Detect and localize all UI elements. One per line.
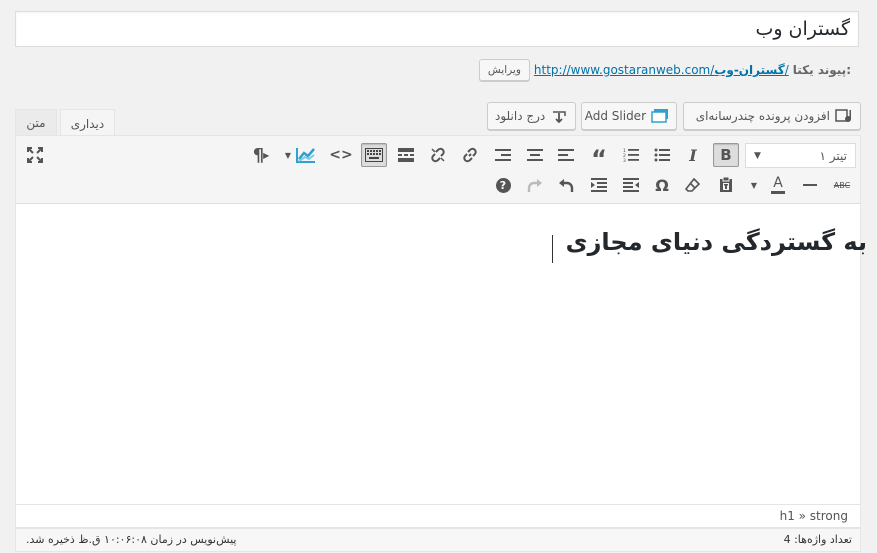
align-center-icon (527, 149, 543, 161)
permalink-slug[interactable]: گستران-وب (714, 63, 784, 77)
horizontal-line-icon (803, 184, 817, 186)
permalink-row: پیوند یکتا: http://www.gostaranweb.com / گ… (478, 58, 851, 82)
tab-visual[interactable]: دیداری (60, 109, 115, 137)
unlink-icon (431, 147, 445, 163)
fullscreen-icon (27, 147, 43, 163)
bold-icon: B (720, 146, 732, 164)
editor-content-heading[interactable]: به گستردگی دنیای مجازی (566, 228, 867, 256)
undo-icon (559, 179, 574, 192)
format-select[interactable]: تیتر ۱ ▼ (745, 143, 856, 168)
bullet-list-icon (654, 148, 670, 162)
element-path[interactable]: h1 » strong (780, 509, 848, 523)
align-right-button[interactable] (490, 143, 516, 167)
add-media-label: افزودن پرونده چندرسانه‌ای (695, 109, 830, 123)
insert-download-button[interactable]: درج دانلود (487, 102, 576, 130)
tab-text[interactable]: متن (15, 109, 57, 136)
paragraph-direction-button[interactable]: ¶ ▶ (248, 143, 274, 167)
strikethrough-button[interactable]: ABC (829, 173, 855, 197)
dropdown-arrow-icon: ▼ (754, 150, 761, 161)
align-left-button[interactable] (553, 143, 579, 167)
word-count: تعداد واژه‌ها: 4 (783, 533, 852, 546)
indent-icon (591, 178, 607, 192)
chart-dropdown-button[interactable]: ▼ (282, 143, 294, 167)
direction-arrow-icon: ▶ (263, 150, 270, 160)
chart-plugin-button[interactable] (294, 143, 324, 167)
dropdown-arrow-icon: ▼ (284, 150, 292, 160)
align-right-icon (495, 149, 511, 161)
permalink-label: پیوند یکتا: (792, 63, 851, 77)
paste-as-text-button[interactable] (713, 173, 739, 197)
tab-text-label: متن (26, 116, 46, 130)
italic-icon: I (689, 145, 697, 165)
clipboard-icon (720, 177, 732, 192)
svg-text:3: 3 (623, 158, 626, 162)
text-color-button[interactable]: A (765, 173, 791, 197)
slider-icon (651, 107, 669, 125)
strikethrough-icon: ABC (833, 180, 851, 190)
permalink-edit-button[interactable]: ویرایش (478, 59, 530, 81)
insert-download-label: درج دانلود (495, 109, 546, 123)
post-title-input[interactable] (16, 12, 858, 46)
help-button[interactable]: ? (490, 173, 516, 197)
add-slider-label: Add Slider (584, 109, 646, 123)
text-color-icon: A (771, 176, 785, 194)
format-select-value: تیتر ۱ (819, 148, 847, 163)
quote-icon: “ (591, 145, 607, 173)
blockquote-button[interactable]: “ (586, 143, 612, 171)
outdent-icon (623, 178, 639, 192)
add-media-button[interactable]: افزودن پرونده چندرسانه‌ای (683, 102, 861, 130)
read-more-icon (398, 148, 414, 162)
download-icon (550, 107, 568, 125)
align-left-icon (558, 149, 574, 161)
horizontal-line-button[interactable] (797, 173, 823, 197)
toolbar-toggle-button[interactable] (361, 143, 387, 167)
element-path-bar: h1 » strong (16, 504, 860, 527)
italic-button[interactable]: I (680, 143, 706, 167)
media-gallery-icon (835, 107, 853, 125)
text-caret (552, 235, 553, 263)
keyboard-icon (365, 148, 383, 162)
redo-button[interactable] (522, 173, 548, 197)
chart-icon (296, 148, 315, 163)
add-slider-button[interactable]: Add Slider (581, 102, 677, 130)
tab-visual-label: دیداری (70, 116, 105, 131)
numbered-list-button[interactable]: 123 (618, 143, 644, 167)
special-character-button[interactable]: Ω (649, 173, 675, 197)
indent-button[interactable] (586, 173, 612, 197)
code-icon: <> (329, 147, 353, 163)
permalink-link-wrap[interactable]: http://www.gostaranweb.com / گستران-وب / (534, 63, 789, 77)
undo-button[interactable] (553, 173, 579, 197)
text-color-dropdown[interactable]: ▼ (747, 173, 761, 197)
read-more-button[interactable] (393, 143, 419, 167)
link-icon (463, 147, 477, 163)
post-status-info: تعداد واژه‌ها: 4 پیش‌نویس در زمان ۱۰:۰۶:… (15, 528, 861, 552)
permalink-trailing[interactable]: / (785, 63, 789, 77)
insert-link-button[interactable] (457, 143, 483, 167)
post-title-field[interactable] (15, 11, 859, 47)
bullet-list-button[interactable] (649, 143, 675, 167)
permalink-base-url[interactable]: http://www.gostaranweb.com (534, 63, 710, 77)
omega-icon: Ω (655, 175, 669, 195)
code-button[interactable]: <> (328, 143, 354, 167)
redo-icon (527, 179, 542, 192)
clear-formatting-button[interactable] (680, 173, 706, 197)
align-center-button[interactable] (522, 143, 548, 167)
help-icon: ? (495, 177, 511, 193)
eraser-icon (685, 177, 701, 192)
numbered-list-icon: 123 (623, 148, 639, 162)
bold-button[interactable]: B (713, 143, 739, 167)
unlink-button[interactable] (425, 143, 451, 167)
autosave-message: پیش‌نویس در زمان ۱۰:۰۶:۰۸ ق.ظ ذخیره شد. (26, 533, 237, 546)
dropdown-arrow-icon: ▼ (750, 180, 758, 190)
fullscreen-button[interactable] (22, 143, 48, 167)
outdent-button[interactable] (618, 173, 644, 197)
